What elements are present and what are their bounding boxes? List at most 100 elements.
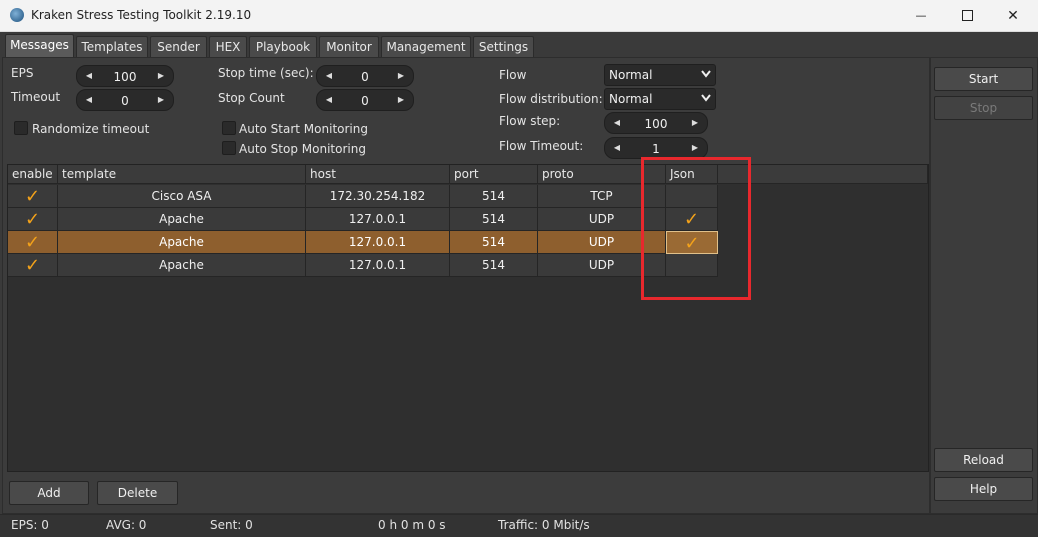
chevron-down-icon — [701, 70, 711, 78]
table-row[interactable]: ✓ Apache 127.0.0.1 514 UDP — [8, 254, 718, 277]
increment-icon[interactable]: ▶ — [392, 66, 410, 86]
enable-cell[interactable]: ✓ — [8, 231, 58, 254]
column-header-enable[interactable]: enable — [8, 165, 58, 184]
flow-timeout-label: Flow Timeout: — [499, 139, 584, 153]
timeout-value[interactable]: 0 — [97, 90, 153, 110]
host-cell[interactable]: 172.30.254.182 — [306, 185, 450, 208]
status-elapsed-time: 0 h 0 m 0 s — [378, 518, 446, 532]
stop-count-label: Stop Count — [218, 91, 285, 105]
template-cell[interactable]: Cisco ASA — [58, 185, 306, 208]
messages-table[interactable]: enable template host port proto Json ✓ C… — [7, 164, 929, 472]
host-cell[interactable]: 127.0.0.1 — [306, 208, 450, 231]
host-cell[interactable]: 127.0.0.1 — [306, 231, 450, 254]
enable-cell[interactable]: ✓ — [8, 208, 58, 231]
reload-button[interactable]: Reload — [934, 448, 1033, 472]
increment-icon[interactable]: ▶ — [686, 138, 704, 158]
auto-start-monitoring-checkbox[interactable] — [222, 121, 236, 135]
flow-value: Normal — [609, 68, 653, 82]
table-row-selected[interactable]: ✓ Apache 127.0.0.1 514 UDP ✓ — [8, 231, 718, 254]
timeout-label: Timeout — [11, 90, 61, 104]
flow-step-spinner[interactable]: ◀ 100 ▶ — [604, 112, 708, 134]
checkmark-icon: ✓ — [24, 209, 41, 230]
annotation-highlight-box — [641, 157, 751, 300]
status-sent: Sent: 0 — [210, 518, 253, 532]
flow-timeout-value[interactable]: 1 — [625, 138, 687, 158]
template-cell[interactable]: Apache — [58, 231, 306, 254]
flow-timeout-spinner[interactable]: ◀ 1 ▶ — [604, 137, 708, 159]
stop-time-spinner[interactable]: ◀ 0 ▶ — [316, 65, 414, 87]
maximize-button[interactable] — [944, 0, 990, 31]
close-icon: ✕ — [1007, 7, 1019, 24]
port-cell[interactable]: 514 — [450, 208, 538, 231]
tab-templates[interactable]: Templates — [76, 36, 148, 57]
tab-management[interactable]: Management — [381, 36, 471, 57]
table-row[interactable]: ✓ Apache 127.0.0.1 514 UDP ✓ — [8, 208, 718, 231]
template-cell[interactable]: Apache — [58, 208, 306, 231]
checkmark-icon: ✓ — [24, 186, 41, 207]
tab-hex[interactable]: HEX — [209, 36, 247, 57]
flow-step-label: Flow step: — [499, 114, 561, 128]
stop-count-spinner[interactable]: ◀ 0 ▶ — [316, 89, 414, 111]
increment-icon[interactable]: ▶ — [152, 90, 170, 110]
column-header-template[interactable]: template — [58, 165, 306, 184]
column-header-port[interactable]: port — [450, 165, 538, 184]
enable-cell[interactable]: ✓ — [8, 254, 58, 277]
auto-stop-monitoring-checkbox[interactable] — [222, 141, 236, 155]
host-cell[interactable]: 127.0.0.1 — [306, 254, 450, 277]
window-title: Kraken Stress Testing Toolkit 2.19.10 — [31, 8, 252, 22]
help-button[interactable]: Help — [934, 477, 1033, 501]
decrement-icon[interactable]: ◀ — [320, 90, 338, 110]
stop-button[interactable]: Stop — [934, 96, 1033, 120]
decrement-icon[interactable]: ◀ — [320, 66, 338, 86]
chevron-down-icon — [701, 94, 711, 102]
flow-step-value[interactable]: 100 — [625, 113, 687, 133]
eps-spinner[interactable]: ◀ 100 ▶ — [76, 65, 174, 87]
port-cell[interactable]: 514 — [450, 185, 538, 208]
title-bar: Kraken Stress Testing Toolkit 2.19.10 — … — [0, 0, 1038, 32]
eps-label: EPS — [11, 66, 34, 80]
checkmark-icon: ✓ — [24, 255, 41, 276]
tab-playbook[interactable]: Playbook — [249, 36, 317, 57]
decrement-icon[interactable]: ◀ — [608, 138, 626, 158]
status-avg: AVG: 0 — [106, 518, 147, 532]
flow-distribution-label: Flow distribution: — [499, 92, 603, 106]
template-cell[interactable]: Apache — [58, 254, 306, 277]
status-bar: EPS: 0 AVG: 0 Sent: 0 0 h 0 m 0 s Traffi… — [0, 514, 1038, 537]
randomize-timeout-label: Randomize timeout — [32, 122, 150, 136]
increment-icon[interactable]: ▶ — [152, 66, 170, 86]
tab-sender[interactable]: Sender — [150, 36, 207, 57]
timeout-spinner[interactable]: ◀ 0 ▶ — [76, 89, 174, 111]
port-cell[interactable]: 514 — [450, 231, 538, 254]
stop-count-value[interactable]: 0 — [337, 90, 393, 110]
close-button[interactable]: ✕ — [990, 0, 1036, 31]
tab-settings[interactable]: Settings — [473, 36, 534, 57]
column-header-host[interactable]: host — [306, 165, 450, 184]
minimize-button[interactable]: — — [898, 0, 944, 31]
auto-stop-monitoring-label: Auto Stop Monitoring — [239, 142, 366, 156]
maximize-icon — [961, 10, 973, 21]
stop-time-value[interactable]: 0 — [337, 66, 393, 86]
increment-icon[interactable]: ▶ — [392, 90, 410, 110]
table-row[interactable]: ✓ Cisco ASA 172.30.254.182 514 TCP — [8, 185, 718, 208]
delete-button[interactable]: Delete — [97, 481, 178, 505]
increment-icon[interactable]: ▶ — [686, 113, 704, 133]
flow-label: Flow — [499, 68, 527, 82]
start-button[interactable]: Start — [934, 67, 1033, 91]
app-logo-icon — [10, 8, 24, 22]
eps-value[interactable]: 100 — [97, 66, 153, 86]
decrement-icon[interactable]: ◀ — [80, 90, 98, 110]
stop-time-label: Stop time (sec): — [218, 66, 314, 80]
tab-monitor[interactable]: Monitor — [319, 36, 379, 57]
decrement-icon[interactable]: ◀ — [80, 66, 98, 86]
port-cell[interactable]: 514 — [450, 254, 538, 277]
add-button[interactable]: Add — [9, 481, 89, 505]
randomize-timeout-checkbox[interactable] — [14, 121, 28, 135]
control-sidebar — [930, 57, 1038, 514]
tab-messages[interactable]: Messages — [5, 34, 74, 58]
decrement-icon[interactable]: ◀ — [608, 113, 626, 133]
tab-bar: Messages Templates Sender HEX Playbook M… — [0, 33, 1038, 58]
flow-distribution-select[interactable]: Normal — [604, 88, 716, 110]
auto-start-monitoring-label: Auto Start Monitoring — [239, 122, 368, 136]
flow-select[interactable]: Normal — [604, 64, 716, 86]
enable-cell[interactable]: ✓ — [8, 185, 58, 208]
